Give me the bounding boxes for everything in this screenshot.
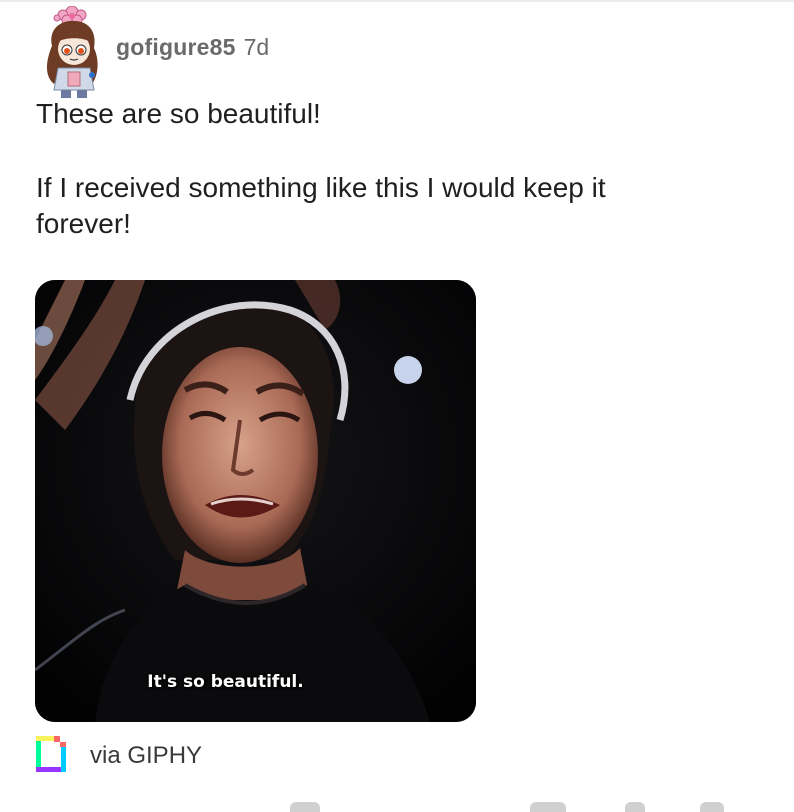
- giphy-logo-icon: [36, 735, 66, 777]
- top-divider: [0, 0, 794, 2]
- timestamp: 7d: [243, 33, 270, 60]
- action-icon-partial[interactable]: [700, 802, 724, 812]
- action-icon-partial[interactable]: [290, 802, 320, 812]
- comment-body: These are so beautiful! If I received so…: [36, 96, 756, 242]
- action-icon-partial[interactable]: [625, 802, 645, 812]
- user-meta: gofigure85 7d: [116, 34, 269, 61]
- username-link[interactable]: gofigure85: [116, 34, 236, 61]
- comment-text-line: These are so beautiful!: [36, 98, 321, 129]
- gif-image[interactable]: It's so beautiful.: [35, 280, 476, 722]
- comment-header: gofigure85 7d: [34, 5, 269, 102]
- giphy-source-link[interactable]: via GIPHY: [90, 742, 202, 770]
- gif-caption: It's so beautiful.: [147, 672, 304, 692]
- giphy-attribution[interactable]: via GIPHY: [36, 735, 202, 777]
- comment-text-line: forever!: [36, 208, 131, 239]
- user-avatar-icon[interactable]: [34, 5, 112, 102]
- comment-text-line: If I received something like this I woul…: [36, 172, 606, 203]
- action-icon-partial[interactable]: [530, 802, 566, 812]
